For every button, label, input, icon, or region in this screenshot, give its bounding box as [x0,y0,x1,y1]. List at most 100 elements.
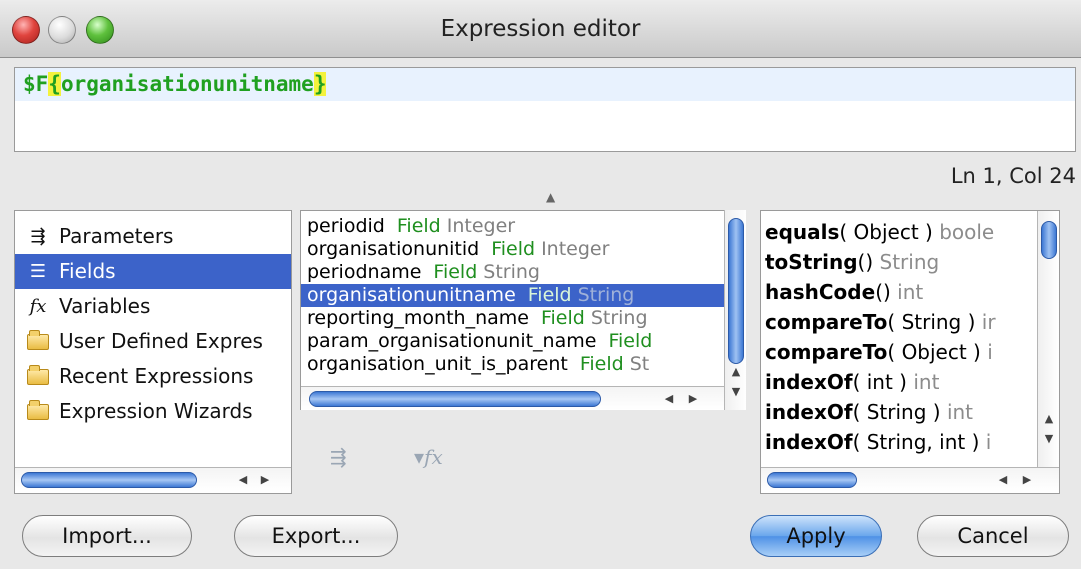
fields-panel: periodid Field Integer organisationunitid Fi… [300,210,752,494]
scroll-left-arrow[interactable]: ◀ [233,470,253,490]
method-row[interactable]: equals( Object ) boole [761,217,1039,247]
category-item[interactable]: ☰ Fields [15,254,291,289]
fields-hscrollbar[interactable]: ◀ ▶ [301,386,724,410]
method-args: ( Object ) [887,340,981,364]
scroll-right-arrow[interactable]: ▶ [255,470,275,490]
field-kind: Field [491,238,536,260]
scroll-right-arrow[interactable]: ▶ [683,389,703,409]
method-row[interactable]: indexOf( String, int ) i [761,427,1039,457]
field-row[interactable]: reporting_month_name Field String [301,307,724,330]
field-row[interactable]: periodid Field Integer [301,215,724,238]
expression-editor[interactable]: $F{organisationunitname} [14,67,1076,152]
method-row[interactable]: compareTo( String ) ir [761,307,1039,337]
cursor-position: Ln 1, Col 24 [950,164,1076,188]
method-row[interactable]: indexOf( String ) int [761,397,1039,427]
scroll-thumb[interactable] [309,391,601,407]
scroll-down-arrow[interactable]: ▼ [1039,429,1059,449]
field-reference: organisationunitname [60,72,314,96]
import-button[interactable]: Import... [22,515,192,557]
field-type: String [577,284,635,306]
close-brace: } [313,72,327,96]
method-name: hashCode [765,280,876,304]
field-name: organisationunitname [307,284,516,306]
scroll-thumb[interactable] [767,472,857,488]
scroll-left-arrow[interactable]: ◀ [659,389,679,409]
method-row[interactable]: hashCode() int [761,277,1039,307]
field-row[interactable]: organisation_unit_is_parent Field St [301,353,724,376]
method-args: ( String, int ) [852,430,980,454]
method-args: ( String ) [852,400,941,424]
methods-vscrollbar[interactable]: ▲ ▼ [1037,211,1059,467]
category-item[interactable]: ⇶ Parameters [15,219,291,254]
field-type: String [590,307,648,329]
scroll-thumb[interactable] [21,472,197,488]
category-label: Variables [59,294,151,318]
scroll-left-arrow[interactable]: ◀ [993,470,1013,490]
fx-icon: fx [29,296,47,317]
parameters-icon: ⇶ [30,226,46,247]
field-kind: Field [433,261,478,283]
field-row[interactable]: organisationunitid Field Integer [301,238,724,261]
folder-icon [23,329,53,350]
method-return-type: int [946,400,974,424]
category-label: Fields [59,259,116,283]
scroll-up-arrow[interactable]: ▲ [726,362,746,382]
field-kind: Field [396,215,441,237]
category-item[interactable]: fx Variables [15,289,291,324]
field-row[interactable]: organisationunitname Field String [301,284,724,307]
category-label: User Defined Expres [59,329,263,353]
category-panel: ⇶ Parameters ☰ Fields fx Variables User Define… [14,210,292,494]
method-args: () [857,250,874,274]
method-args: ( int ) [852,370,907,394]
fields-list: periodid Field Integer organisationunitid Fi… [300,210,724,410]
field-row[interactable]: param_organisationunit_name Field [301,330,724,353]
category-hscrollbar[interactable]: ◀ ▶ [15,467,291,491]
method-return-type: int [913,370,940,394]
field-row[interactable]: periodname Field String [301,261,724,284]
method-return-type: int [897,280,924,304]
method-return-type: i [985,430,992,454]
methods-hscrollbar[interactable]: ◀ ▶ [761,467,1059,491]
method-row[interactable]: toString() String [761,247,1039,277]
scroll-right-arrow[interactable]: ▶ [1017,470,1037,490]
splitter-handle[interactable]: ▲ [546,190,555,204]
method-args: ( String ) [887,310,976,334]
category-item[interactable]: Expression Wizards [15,394,291,429]
field-name: organisationunitid [307,238,480,260]
expression-text[interactable]: $F{organisationunitname} [23,72,327,96]
method-args: ( Object ) [839,220,933,244]
category-list: ⇶ Parameters ☰ Fields fx Variables User Define… [15,219,291,429]
scroll-thumb[interactable] [728,218,744,364]
scroll-down-arrow[interactable]: ▼ [726,382,746,402]
scroll-thumb[interactable] [1041,221,1057,259]
category-item[interactable]: User Defined Expres [15,324,291,359]
method-return-type: ir [981,310,996,334]
field-kind: Field [540,307,585,329]
category-item[interactable]: Recent Expressions [15,359,291,394]
category-label: Expression Wizards [59,399,253,423]
method-name: compareTo [765,340,888,364]
method-row[interactable]: compareTo( Object ) i [761,337,1039,367]
category-label: Parameters [59,224,174,248]
apply-button[interactable]: Apply [750,515,882,557]
window-title: Expression editor [440,16,641,42]
field-name: periodid [307,215,385,237]
field-kind: Field [579,353,624,375]
field-name: param_organisationunit_name [307,330,597,352]
filter-function-icon[interactable]: ▾fx [414,445,443,469]
cancel-button[interactable]: Cancel [917,515,1069,557]
fields-icon: ☰ [29,261,47,282]
method-return-type: i [987,340,993,364]
method-name: indexOf [765,430,853,454]
scroll-up-arrow[interactable]: ▲ [1039,409,1059,429]
folder-icon [23,399,53,420]
method-row[interactable]: indexOf( int ) int [761,367,1039,397]
field-kind: Field [527,284,572,306]
export-button[interactable]: Export... [234,515,398,557]
field-type: Integer [446,215,516,237]
method-name: indexOf [765,370,853,394]
field-name: reporting_month_name [307,307,529,329]
fields-vscrollbar[interactable]: ▲ ▼ [724,210,746,410]
folder-icon [23,364,53,385]
insert-field-icon[interactable]: ⇶ [330,445,347,469]
